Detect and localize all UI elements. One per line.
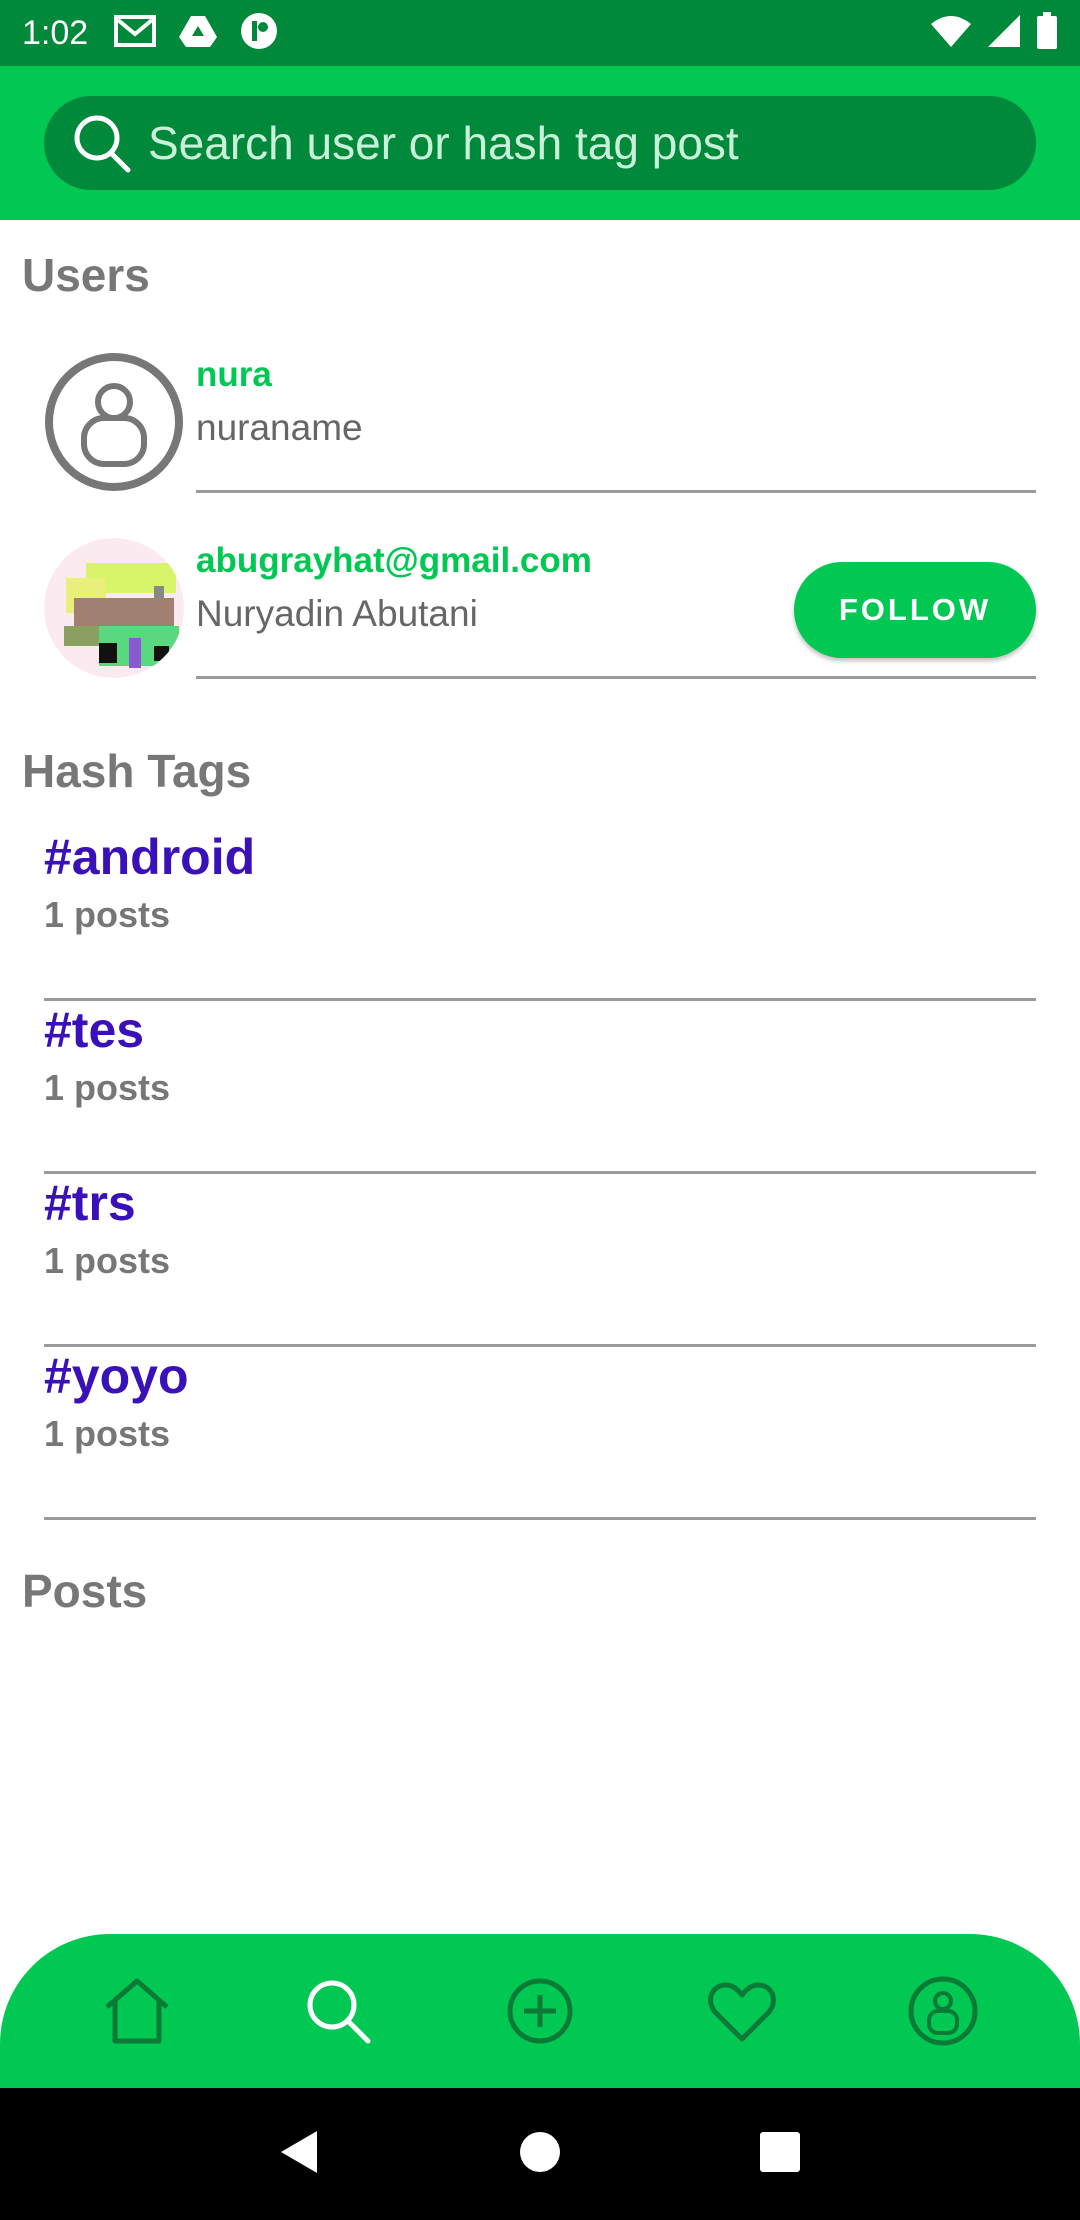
search-input[interactable] bbox=[148, 96, 1036, 190]
posts-section-title: Posts bbox=[22, 1565, 148, 1617]
home-icon[interactable] bbox=[82, 1956, 192, 2066]
hashtags-section-title: Hash Tags bbox=[22, 745, 252, 797]
search-bar[interactable] bbox=[44, 96, 1036, 190]
hashtag-post-count: 1 posts bbox=[44, 1240, 171, 1281]
recents-icon[interactable] bbox=[755, 2127, 805, 2182]
search-screen: 1:02 Search user or hash tag post Users … bbox=[0, 0, 1080, 2220]
profile-icon[interactable] bbox=[888, 1956, 998, 2066]
wifi-icon bbox=[930, 14, 972, 53]
hashtag-row[interactable]: #android 1 posts bbox=[44, 828, 1036, 1001]
status-icons-right bbox=[930, 11, 1058, 55]
heart-icon[interactable] bbox=[687, 1956, 797, 2066]
top-app-bar bbox=[0, 66, 1080, 220]
user-display-name: nuraname bbox=[196, 407, 363, 448]
home-circle-icon[interactable] bbox=[515, 2127, 565, 2182]
hashtag-name: #android bbox=[44, 829, 256, 885]
default-avatar-icon bbox=[44, 352, 184, 492]
add-icon[interactable] bbox=[485, 1956, 595, 2066]
user-text: nura nuraname bbox=[196, 352, 363, 458]
follow-button[interactable]: FOLLOW bbox=[794, 562, 1036, 658]
divider bbox=[196, 490, 1036, 493]
hashtag-row[interactable]: #tes 1 posts bbox=[44, 1001, 1036, 1174]
bottom-navigation bbox=[0, 1934, 1080, 2088]
search-icon bbox=[70, 111, 134, 175]
user-row[interactable]: abugrayhat@gmail.com Nuryadin Abutani FO… bbox=[44, 538, 1036, 688]
battery-icon bbox=[1036, 11, 1058, 55]
search-icon[interactable] bbox=[283, 1956, 393, 2066]
divider bbox=[44, 1517, 1036, 1520]
signal-icon bbox=[986, 14, 1022, 53]
divider bbox=[196, 676, 1036, 679]
photo-avatar bbox=[44, 538, 184, 678]
user-handle: nura bbox=[196, 355, 272, 394]
hashtag-name: #yoyo bbox=[44, 1348, 189, 1404]
user-display-name: Nuryadin Abutani bbox=[196, 593, 478, 634]
gmail-icon bbox=[114, 14, 157, 53]
hashtag-row[interactable]: #yoyo 1 posts bbox=[44, 1347, 1036, 1520]
users-section-title: Users bbox=[22, 249, 150, 301]
back-icon[interactable] bbox=[275, 2127, 325, 2182]
hashtag-post-count: 1 posts bbox=[44, 1413, 171, 1454]
system-navigation-bar bbox=[0, 2088, 1080, 2220]
status-bar: 1:02 bbox=[0, 0, 1080, 66]
user-handle: abugrayhat@gmail.com bbox=[196, 541, 592, 580]
hashtag-name: #trs bbox=[44, 1175, 136, 1231]
user-text: abugrayhat@gmail.com Nuryadin Abutani bbox=[196, 538, 592, 644]
user-row[interactable]: nura nuraname bbox=[44, 352, 1036, 502]
status-icons-left bbox=[114, 12, 278, 55]
hashtag-name: #tes bbox=[44, 1002, 145, 1058]
hashtag-post-count: 1 posts bbox=[44, 1067, 171, 1108]
drive-icon bbox=[178, 14, 218, 53]
app-icon bbox=[240, 12, 278, 55]
hashtag-row[interactable]: #trs 1 posts bbox=[44, 1174, 1036, 1347]
status-time: 1:02 bbox=[22, 13, 89, 52]
hashtag-post-count: 1 posts bbox=[44, 894, 171, 935]
